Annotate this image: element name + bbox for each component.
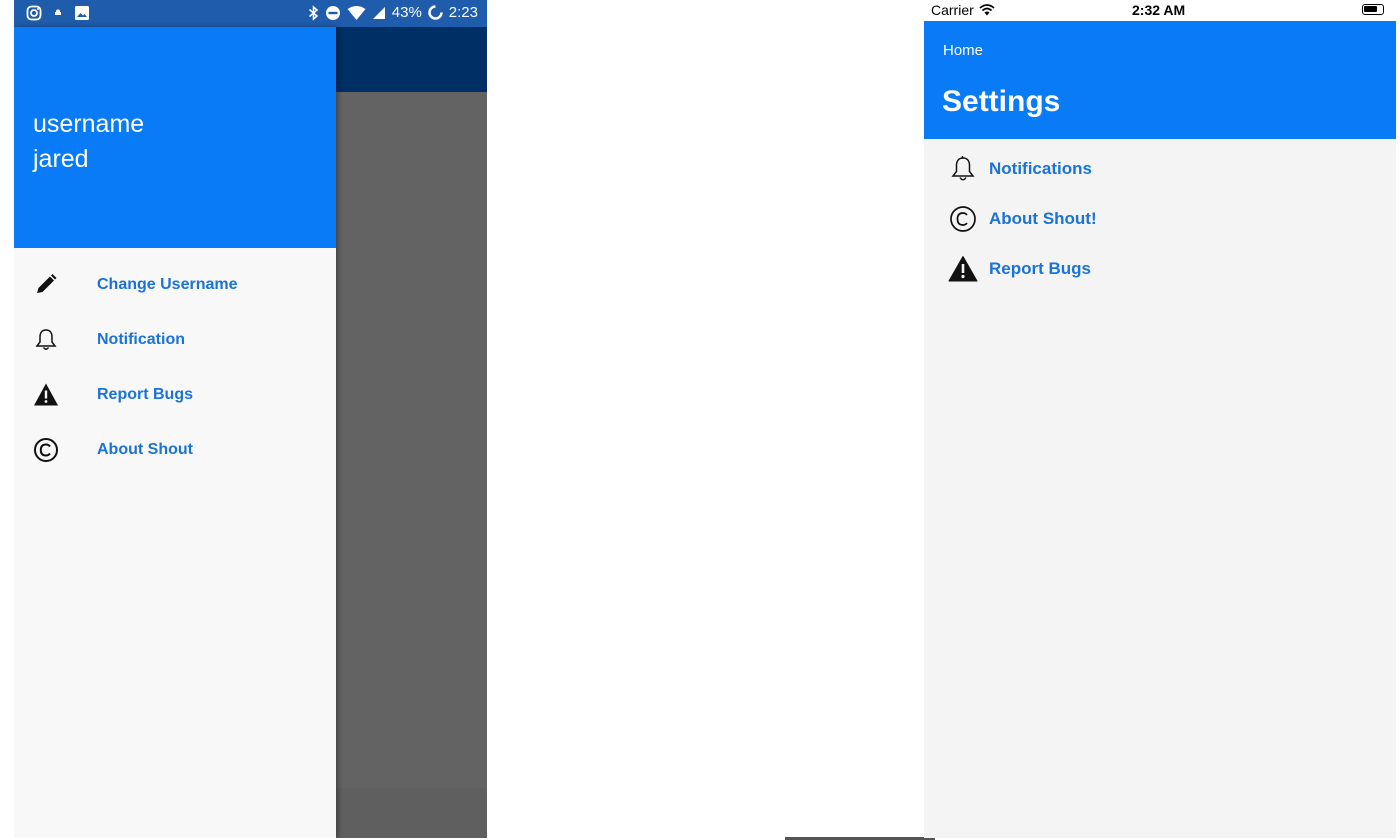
drawer-item-label: Report Bugs <box>97 386 193 403</box>
app-bar <box>336 27 487 92</box>
battery-percent: 43% <box>391 4 422 21</box>
copyright-icon <box>34 438 58 462</box>
username-label: username <box>33 110 145 138</box>
copyright-icon <box>950 206 976 232</box>
drawer-scrim[interactable] <box>336 92 487 838</box>
battery-icon <box>1362 4 1384 15</box>
settings-item-report-bugs[interactable]: Report Bugs <box>924 245 1396 291</box>
instagram-icon <box>26 5 42 21</box>
back-button[interactable]: Home <box>943 42 983 59</box>
image-icon <box>75 6 89 20</box>
android-status-bar: 43% 2:23 <box>14 0 487 27</box>
drawer-item-change-username[interactable]: Change Username <box>14 262 336 308</box>
settings-item-about-shout[interactable]: About Shout! <box>924 195 1396 241</box>
bell-icon <box>951 156 975 181</box>
bell-icon <box>35 329 57 350</box>
wifi-icon <box>347 5 366 20</box>
status-time: 2:23 <box>448 4 478 21</box>
settings-item-label: Report Bugs <box>989 259 1091 278</box>
drawer-item-label: About Shout <box>97 441 193 458</box>
drawer-item-label: Change Username <box>97 276 238 293</box>
scrim-bottom <box>336 788 487 838</box>
warning-icon <box>34 383 58 406</box>
navigation-drawer: username jared Change Username Notificat… <box>14 27 336 838</box>
sync-loading-icon <box>428 5 443 20</box>
ios-status-bar: Carrier 2:32 AM <box>924 0 1396 21</box>
page-title: Settings <box>942 85 1061 118</box>
status-time: 2:32 AM <box>1132 2 1186 18</box>
navigation-bar: Home Settings <box>924 21 1396 139</box>
carrier-label: Carrier <box>931 2 974 18</box>
cell-signal-icon <box>372 7 385 19</box>
bluetooth-icon <box>308 4 318 21</box>
android-screen: 43% 2:23 username jared Change Username … <box>14 0 487 838</box>
settings-item-notifications[interactable]: Notifications <box>924 145 1396 191</box>
drawer-item-notification[interactable]: Notification <box>14 317 336 363</box>
wifi-icon <box>979 4 995 16</box>
drawer-item-about-shout[interactable]: About Shout <box>14 427 336 473</box>
username-value: jared <box>33 145 89 173</box>
drawer-item-report-bugs[interactable]: Report Bugs <box>14 372 336 418</box>
settings-item-label: About Shout! <box>989 209 1097 228</box>
drawer-header: username jared <box>14 27 336 248</box>
drawer-item-label: Notification <box>97 331 185 348</box>
pencil-icon <box>37 274 57 293</box>
do-not-disturb-icon <box>325 5 340 20</box>
warning-icon <box>948 256 978 282</box>
ios-screen: Carrier 2:32 AM Home Settings Notificati… <box>924 0 1396 838</box>
notification-dot-icon <box>55 9 61 15</box>
user-info: username jared <box>33 107 144 177</box>
settings-item-label: Notifications <box>989 159 1092 178</box>
